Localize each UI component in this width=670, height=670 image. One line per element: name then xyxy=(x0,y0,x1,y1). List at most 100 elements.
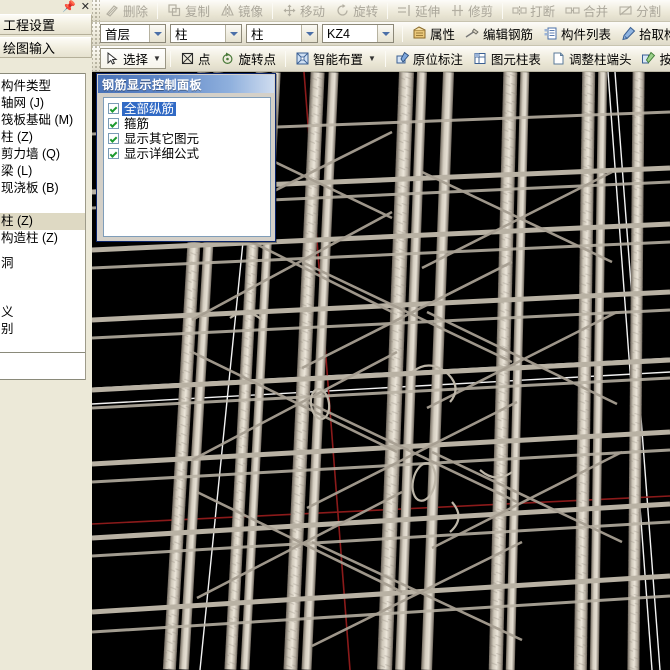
toolbar-separator xyxy=(169,50,171,67)
tree-item-structural-column[interactable]: 构造柱 (Z) xyxy=(0,230,90,247)
tree-item-column[interactable]: 柱 (Z) xyxy=(0,129,90,146)
toolbar-edit: 删除 复制 镜像 移动 旋转 延伸 修剪 打断 合并 分割 xyxy=(92,0,670,22)
properties-button[interactable]: 属性 xyxy=(407,24,460,43)
tree-item-beam[interactable]: 梁 (L) xyxy=(0,163,90,180)
mirror-button[interactable]: 镜像 xyxy=(215,1,268,20)
copy-icon xyxy=(167,3,182,18)
option-label: 箍筋 xyxy=(124,116,150,131)
tree-item-definition[interactable]: 义 xyxy=(0,304,90,321)
mirror-icon xyxy=(220,3,235,18)
break-button[interactable]: 打断 xyxy=(507,1,560,20)
trim-button[interactable]: 修剪 xyxy=(445,1,498,20)
floor-combo[interactable]: 首层 xyxy=(100,24,166,43)
rebar-display-control-panel-dialog[interactable]: 钢筋显示控制面板 全部纵筋 箍筋 显示其它图元 显示详细公式 xyxy=(96,73,276,242)
copy-button[interactable]: 复制 xyxy=(162,1,215,20)
toolbar-separator xyxy=(387,2,389,19)
toolbar-label: 复制 xyxy=(185,5,211,19)
chevron-down-icon[interactable]: ▼ xyxy=(153,54,161,63)
tree-item-cast-slab[interactable]: 现浇板 (B) xyxy=(0,180,90,197)
left-sidebar-panel: 📌 ✕ 工程设置 绘图输入 构件类型 轴网 (J) 筏板基础 (M) 柱 (Z)… xyxy=(0,0,92,670)
toolbar-label: 移动 xyxy=(300,5,326,19)
tree-item-category[interactable]: 别 xyxy=(0,321,90,338)
chevron-down-icon[interactable] xyxy=(149,25,165,42)
component-type-tree[interactable]: 构件类型 轴网 (J) 筏板基础 (M) 柱 (Z) 剪力墙 (Q) 梁 (L)… xyxy=(0,73,90,353)
option-label: 显示其它图元 xyxy=(124,131,200,146)
toolbar-label: 构件列表 xyxy=(561,28,612,42)
pick-component-icon xyxy=(621,26,636,41)
tree-header: 构件类型 xyxy=(1,79,52,93)
toolbar-label: 镜像 xyxy=(238,5,264,19)
toolbar-label: 按墙位置 xyxy=(659,49,670,68)
merge-button[interactable]: 合并 xyxy=(560,1,613,20)
toolbar-separator xyxy=(384,50,386,67)
option-row-show-other-elements[interactable]: 显示其它图元 xyxy=(106,131,268,146)
toolbar-label: 智能布置 xyxy=(312,53,363,67)
toolbar-grip-handle[interactable] xyxy=(92,0,100,21)
element-table-button[interactable]: 图元柱表 xyxy=(468,49,546,68)
extend-icon xyxy=(397,3,412,18)
checkbox-checked-icon[interactable] xyxy=(108,103,119,114)
delete-button[interactable]: 删除 xyxy=(100,1,153,20)
cursor-icon xyxy=(105,51,120,66)
chevron-down-icon[interactable] xyxy=(301,25,317,42)
sidebar-item-drawing-input[interactable]: 绘图输入 xyxy=(0,37,92,58)
extend-button[interactable]: 延伸 xyxy=(392,1,445,20)
adjust-column-end-button[interactable]: 调整柱端头 xyxy=(546,49,637,68)
component-combo[interactable]: 柱 xyxy=(246,24,318,43)
merge-icon xyxy=(565,3,580,18)
application-window: 📌 ✕ 工程设置 绘图输入 构件类型 轴网 (J) 筏板基础 (M) 柱 (Z)… xyxy=(0,0,670,670)
rotate-button[interactable]: 旋转 xyxy=(330,1,383,20)
toolbar-grip-handle[interactable] xyxy=(92,22,100,45)
category-combo[interactable]: 柱 xyxy=(170,24,242,43)
tree-item-axis-grid[interactable]: 轴网 (J) xyxy=(0,95,90,112)
toolbar-properties: 首层 柱 柱 KZ4 属性 编辑钢筋 构件列表 拾取 xyxy=(92,22,670,46)
option-label: 显示详细公式 xyxy=(124,146,200,161)
option-row-stirrups[interactable]: 箍筋 xyxy=(106,116,268,131)
tree-item-column-selected[interactable]: 柱 (Z) xyxy=(0,213,90,230)
split-button[interactable]: 分割 xyxy=(613,1,666,20)
select-tool-button[interactable]: 选择 ▼ xyxy=(100,48,166,69)
toolbar-label: 打断 xyxy=(530,5,556,19)
toolbar-grip-handle[interactable] xyxy=(92,46,100,71)
move-button[interactable]: 移动 xyxy=(277,1,330,20)
chevron-down-icon[interactable]: ▼ xyxy=(368,54,376,63)
move-icon xyxy=(282,3,297,18)
member-combo[interactable]: KZ4 xyxy=(322,24,394,43)
toolbar-label: 属性 xyxy=(430,28,456,42)
in-situ-label-button[interactable]: 原位标注 xyxy=(390,49,468,68)
tree-item-opening[interactable]: 洞 xyxy=(0,255,90,272)
toolbar-label: 选择 xyxy=(123,53,149,67)
checkbox-checked-icon[interactable] xyxy=(108,118,119,129)
component-list-button[interactable]: 构件列表 xyxy=(538,24,616,43)
checkbox-checked-icon[interactable] xyxy=(108,133,119,144)
dialog-title-bar[interactable]: 钢筋显示控制面板 xyxy=(98,75,274,93)
pin-icon[interactable]: 📌 xyxy=(62,1,76,13)
chevron-down-icon[interactable] xyxy=(225,25,241,42)
sidebar-item-project-settings[interactable]: 工程设置 xyxy=(0,14,92,35)
by-wall-position-button[interactable]: 按墙位置 xyxy=(636,49,670,68)
toolbar-label: 点 xyxy=(197,53,211,67)
close-icon[interactable]: ✕ xyxy=(81,1,90,13)
tree-item-raft-foundation[interactable]: 筏板基础 (M) xyxy=(0,112,90,129)
smart-layout-button[interactable]: 智能布置 ▼ xyxy=(290,49,381,68)
toolbar-label: 拾取构件 xyxy=(639,28,670,42)
toolbar-label: 修剪 xyxy=(468,5,494,19)
checkbox-checked-icon[interactable] xyxy=(108,148,119,159)
edit-rebar-button[interactable]: 编辑钢筋 xyxy=(460,24,538,43)
option-row-show-detailed-formula[interactable]: 显示详细公式 xyxy=(106,146,268,161)
toolbar-label: 原位标注 xyxy=(412,53,463,67)
option-row-all-longitudinal-bars[interactable]: 全部纵筋 xyxy=(106,101,268,116)
toolbar-label: 删除 xyxy=(123,5,149,19)
rotate-point-tool-button[interactable]: 旋转点 xyxy=(215,49,281,68)
toolbar-separator xyxy=(502,2,504,19)
properties-icon xyxy=(412,26,427,41)
by-wall-icon xyxy=(641,51,656,66)
toolbar-separator xyxy=(272,2,274,19)
category-combo-value: 柱 xyxy=(175,28,188,42)
point-tool-button[interactable]: 点 xyxy=(175,49,216,68)
pick-component-button[interactable]: 拾取构件 xyxy=(616,24,670,43)
chevron-down-icon[interactable] xyxy=(377,25,393,42)
dialog-options-list[interactable]: 全部纵筋 箍筋 显示其它图元 显示详细公式 xyxy=(103,97,271,237)
split-icon xyxy=(618,3,633,18)
tree-item-shear-wall[interactable]: 剪力墙 (Q) xyxy=(0,146,90,163)
